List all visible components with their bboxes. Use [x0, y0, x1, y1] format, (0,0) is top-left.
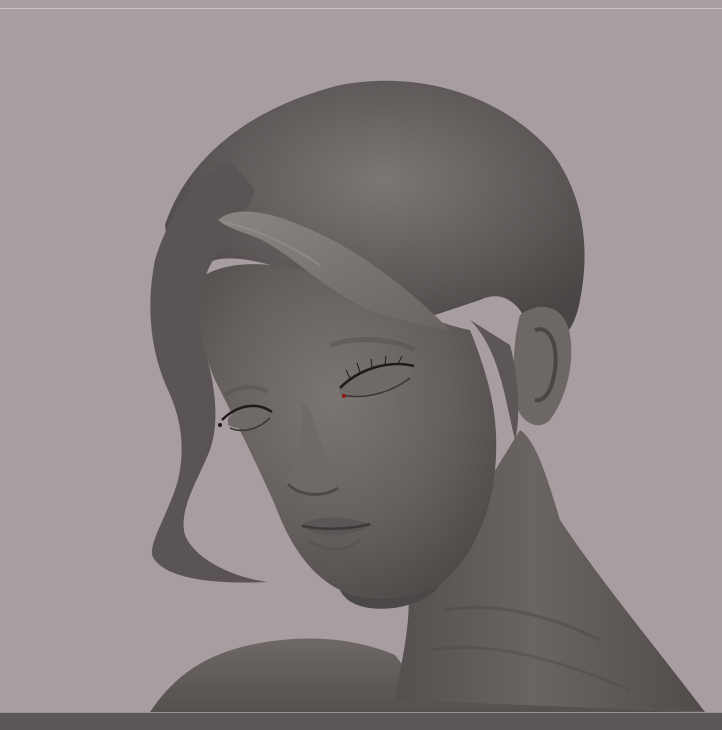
viewport-bottom-bar — [0, 712, 722, 730]
3d-viewport[interactable] — [0, 0, 722, 730]
ear — [513, 306, 572, 426]
sculpt-render — [150, 80, 705, 730]
face — [199, 264, 497, 601]
viewport-bottom-border — [0, 712, 722, 713]
